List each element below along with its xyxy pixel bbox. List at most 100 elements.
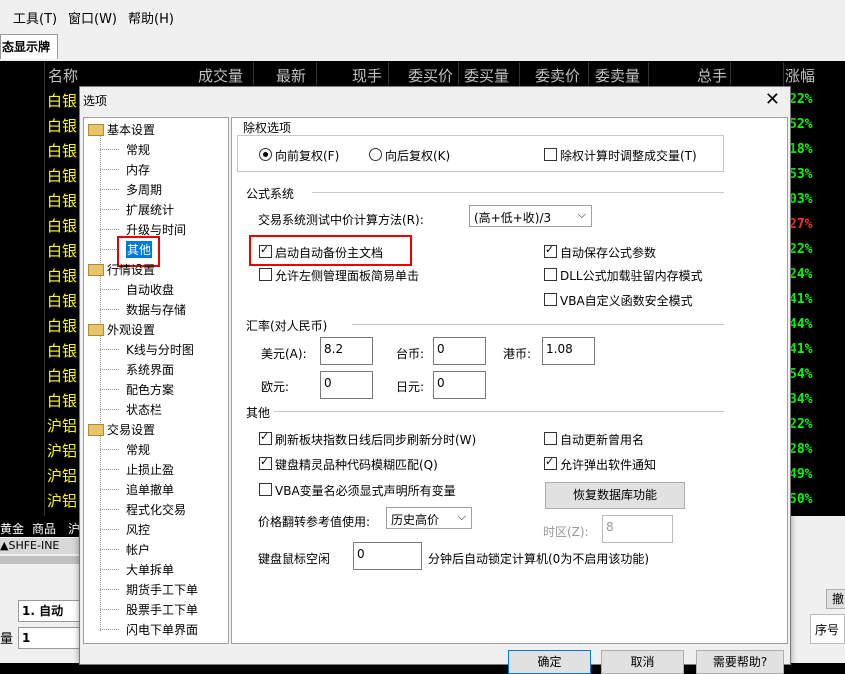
tree-item-9[interactable]: 数据与存储	[126, 301, 186, 318]
tree-item-17[interactable]: 止损止盈	[126, 461, 174, 478]
tree-item-21[interactable]: 帐户	[126, 541, 150, 558]
grid-header[interactable]: 委买量	[464, 65, 509, 86]
chevron-down-icon: ⌵	[457, 510, 466, 523]
vba-safe-checkbox[interactable]	[544, 293, 557, 306]
grid-row-change: 03%	[789, 192, 813, 207]
twd-input[interactable]: 0	[433, 337, 486, 365]
restore-database-button[interactable]: 恢复数据库功能	[545, 482, 685, 509]
grid-row-change: 27%	[789, 217, 813, 232]
fuzzy-match-label: 键盘精灵品种代码模糊匹配(Q)	[275, 458, 438, 472]
grid-header[interactable]: 委卖量	[595, 65, 640, 86]
tree-group-10[interactable]: 外观设置	[107, 321, 155, 338]
grid-header[interactable]: 委卖价	[535, 65, 580, 86]
tree-item-14[interactable]: 状态栏	[126, 401, 162, 418]
tree-item-18[interactable]: 追单撤单	[126, 481, 174, 498]
tree-item-4[interactable]: 扩展统计	[126, 201, 174, 218]
usd-input[interactable]: 8.2	[320, 337, 373, 365]
left-panel-click-checkbox[interactable]	[259, 268, 272, 281]
jpy-input[interactable]: 0	[433, 371, 486, 399]
dll-resident-checkbox[interactable]	[544, 268, 557, 281]
cancel-order-button[interactable]: 撤	[826, 589, 845, 609]
tree-item-25[interactable]: 闪电下单界面	[126, 621, 198, 638]
price-ref-select[interactable]: 历史高价 ⌵	[386, 507, 472, 529]
section-rate-title: 汇率(对人民币)	[246, 319, 328, 333]
backward-adjust-radio[interactable]	[369, 148, 382, 161]
grid-row-change: 54%	[789, 367, 813, 382]
tree-item-11[interactable]: K线与分时图	[126, 341, 194, 358]
grid-row-name[interactable]: 白银	[47, 90, 77, 111]
grid-row-name[interactable]: 沪铝	[47, 465, 77, 486]
tree-item-20[interactable]: 风控	[126, 521, 150, 538]
grid-row-name[interactable]: 白银	[47, 115, 77, 136]
tree-item-8[interactable]: 自动收盘	[126, 281, 174, 298]
tree-connector	[100, 569, 120, 570]
chevron-down-icon: ⌵	[577, 208, 586, 221]
close-icon[interactable]: ✕	[765, 89, 780, 110]
grid-row-name[interactable]: 沪铝	[47, 490, 77, 511]
bottom-tab-commodity[interactable]: 商品	[32, 520, 56, 537]
grid-header[interactable]: 涨幅	[785, 65, 815, 86]
grid-row-name[interactable]: 白银	[47, 265, 77, 286]
auto-update-name-checkbox[interactable]	[544, 432, 557, 445]
tree-item-2[interactable]: 内存	[126, 161, 150, 178]
order-mode-select[interactable]: 1. 自动	[18, 600, 80, 622]
qty-input[interactable]: 1	[18, 627, 80, 649]
grid-row-name[interactable]: 白银	[47, 240, 77, 261]
grid-row-name[interactable]: 白银	[47, 340, 77, 361]
fuzzy-match-checkbox[interactable]	[259, 455, 272, 470]
grid-row-name[interactable]: 沪铝	[47, 415, 77, 436]
adjust-volume-checkbox[interactable]	[544, 148, 557, 161]
test-method-select[interactable]: (高+低+收)/3 ⌵	[469, 205, 592, 227]
grid-row-name[interactable]: 白银	[47, 290, 77, 311]
auto-save-params-checkbox[interactable]	[544, 243, 557, 258]
tree-connector	[100, 369, 120, 370]
exchange-label[interactable]: ▲SHFE-INE	[0, 538, 80, 554]
tree-item-23[interactable]: 期货手工下单	[126, 581, 198, 598]
grid-header[interactable]: 最新	[276, 65, 306, 86]
grid-header[interactable]: 名称	[48, 65, 78, 86]
cancel-button[interactable]: 取消	[601, 650, 684, 674]
forward-adjust-radio[interactable]	[259, 148, 272, 161]
grid-row-name[interactable]: 白银	[47, 190, 77, 211]
tree-item-16[interactable]: 常规	[126, 441, 150, 458]
tree-item-6[interactable]: 其他	[126, 241, 153, 258]
help-button[interactable]: 需要帮助?	[696, 650, 784, 674]
tree-group-15[interactable]: 交易设置	[107, 421, 155, 438]
grid-row-name[interactable]: 白银	[47, 215, 77, 236]
tree-item-1[interactable]: 常规	[126, 141, 150, 158]
grid-row-name[interactable]: 白银	[47, 315, 77, 336]
idle-lock-input[interactable]: 0	[353, 542, 422, 570]
timezone-input[interactable]: 8	[602, 515, 673, 543]
grid-row-name[interactable]: 沪铝	[47, 440, 77, 461]
grid-row-name[interactable]: 白银	[47, 390, 77, 411]
allow-popup-checkbox[interactable]	[544, 455, 557, 470]
tree-group-7[interactable]: 行情设置	[107, 261, 155, 278]
tree-item-3[interactable]: 多周期	[126, 181, 162, 198]
tree-item-12[interactable]: 系统界面	[126, 361, 174, 378]
tree-item-19[interactable]: 程式化交易	[126, 501, 186, 518]
menu-tools[interactable]: 工具(T)	[13, 8, 57, 27]
grid-row-change: 22%	[789, 92, 813, 107]
grid-row-name[interactable]: 白银	[47, 165, 77, 186]
eur-input[interactable]: 0	[320, 371, 373, 399]
tree-item-22[interactable]: 大单拆单	[126, 561, 174, 578]
grid-row-name[interactable]: 白银	[47, 140, 77, 161]
tree-item-24[interactable]: 股票手工下单	[126, 601, 198, 618]
grid-row-name[interactable]: 白银	[47, 365, 77, 386]
tab-dynamic-board[interactable]: 态显示牌	[0, 34, 58, 59]
bottom-tab-gold[interactable]: 黄金	[0, 520, 24, 537]
tree-group-0[interactable]: 基本设置	[107, 121, 155, 138]
ok-button[interactable]: 确定	[508, 650, 591, 674]
grid-header[interactable]: 总手	[697, 65, 727, 86]
tree-item-13[interactable]: 配色方案	[126, 381, 174, 398]
timezone-label: 时区(Z):	[543, 525, 589, 539]
tree-connector	[100, 549, 120, 550]
menu-window[interactable]: 窗口(W)	[68, 8, 117, 27]
menu-help[interactable]: 帮助(H)	[128, 8, 174, 27]
grid-header[interactable]: 委买价	[408, 65, 453, 86]
refresh-sync-checkbox[interactable]	[259, 430, 272, 445]
grid-header[interactable]: 成交量	[198, 65, 243, 86]
grid-header[interactable]: 现手	[352, 65, 382, 86]
vba-declare-checkbox[interactable]	[259, 483, 272, 496]
hkd-input[interactable]: 1.08	[542, 337, 595, 365]
